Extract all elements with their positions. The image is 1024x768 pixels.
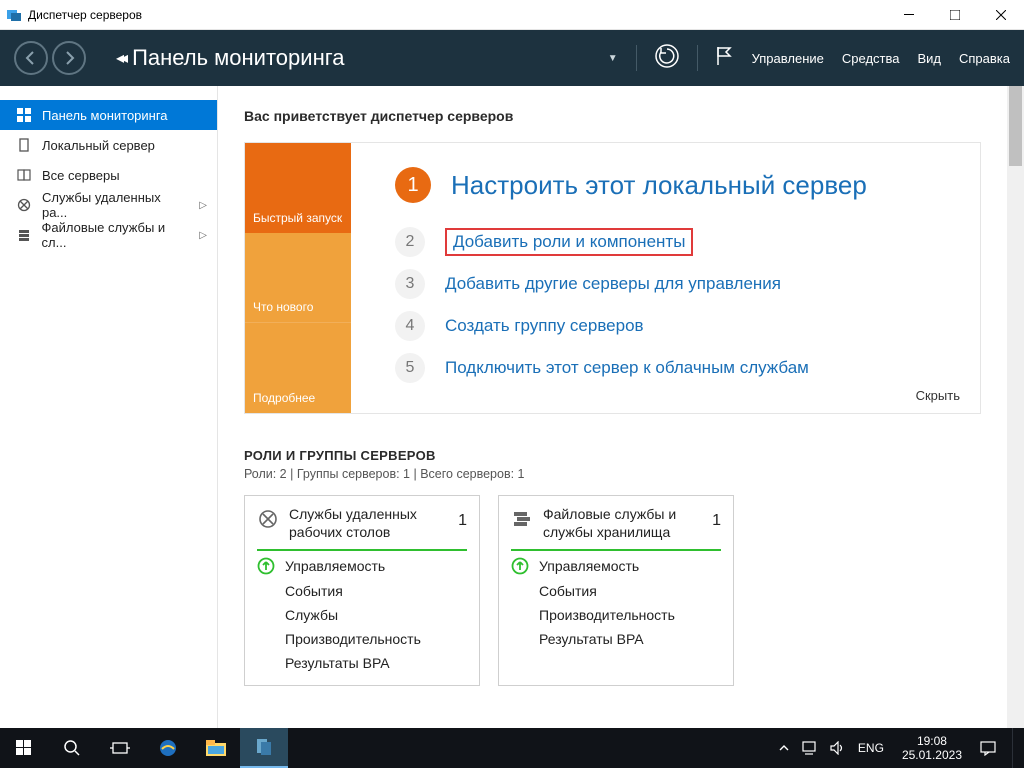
tile-row-label[interactable]: Результаты BPA <box>539 631 644 647</box>
header-divider <box>636 45 637 71</box>
header-dropdown-caret-icon[interactable]: ▼ <box>608 53 618 64</box>
tab-label: Быстрый запуск <box>253 211 342 225</box>
header-bar: ◂◂ Панель мониторинга ▼ Управление Средс… <box>0 30 1024 86</box>
taskbar-taskview-button[interactable] <box>96 728 144 768</box>
taskbar-app-ie[interactable] <box>144 728 192 768</box>
main-content: Вас приветствует диспетчер серверов Быст… <box>218 86 1024 728</box>
tile-row-label[interactable]: Управляемость <box>285 558 385 574</box>
tab-label: Подробнее <box>253 391 315 405</box>
taskbar-app-server-manager[interactable] <box>240 728 288 768</box>
remote-icon <box>16 197 32 213</box>
tile-row-label[interactable]: Управляемость <box>539 558 639 574</box>
highlight-annotation: Добавить роли и компоненты <box>445 228 693 256</box>
sidebar-item-dashboard[interactable]: Панель мониторинга <box>0 100 217 130</box>
files-icon <box>16 227 32 243</box>
menu-view[interactable]: Вид <box>917 51 941 66</box>
header-divider <box>697 45 698 71</box>
window-titlebar: Диспетчер серверов <box>0 0 1024 30</box>
dashboard-icon <box>16 107 32 123</box>
window-close-button[interactable] <box>978 0 1024 30</box>
tray-network-icon[interactable] <box>802 741 818 755</box>
step-add-other-servers[interactable]: Добавить другие серверы для управления <box>445 274 781 294</box>
menu-manage[interactable]: Управление <box>752 51 824 66</box>
tray-volume-icon[interactable] <box>830 741 846 755</box>
step-number: 2 <box>395 227 425 257</box>
welcome-panel: Быстрый запуск Что нового Подробнее 1 На… <box>244 142 981 414</box>
step-number: 5 <box>395 353 425 383</box>
tile-count: 1 <box>712 512 721 530</box>
tray-action-center-icon[interactable] <box>980 740 996 756</box>
tile-row-label[interactable]: Производительность <box>285 631 421 647</box>
tile-title: Файловые службы и службы хранилища <box>543 506 702 541</box>
servers-icon <box>16 167 32 183</box>
status-ok-icon <box>257 557 275 575</box>
step-number: 3 <box>395 269 425 299</box>
server-icon <box>16 137 32 153</box>
menu-tools[interactable]: Средства <box>842 51 900 66</box>
sidebar-item-label: Файловые службы и сл... <box>42 220 190 250</box>
tray-time: 19:08 <box>902 734 962 748</box>
role-tile-file-storage[interactable]: Файловые службы и службы хранилища 1 Упр… <box>498 495 734 686</box>
sidebar-item-remote-desktop-services[interactable]: Службы удаленных ра... ▷ <box>0 190 217 220</box>
window-minimize-button[interactable] <box>886 0 932 30</box>
tile-row-label[interactable]: Результаты BPA <box>285 655 390 671</box>
files-icon <box>511 508 533 530</box>
app-icon <box>6 7 22 23</box>
nav-back-button[interactable] <box>14 41 48 75</box>
taskbar-app-explorer[interactable] <box>192 728 240 768</box>
menu-help[interactable]: Справка <box>959 51 1010 66</box>
sidebar-item-local-server[interactable]: Локальный сервер <box>0 130 217 160</box>
welcome-heading: Вас приветствует диспетчер серверов <box>244 108 981 124</box>
sidebar-item-label: Панель мониторинга <box>42 108 168 123</box>
status-ok-icon <box>511 557 529 575</box>
tab-whats-new[interactable]: Что нового <box>245 233 351 323</box>
step-number: 4 <box>395 311 425 341</box>
tab-label: Что нового <box>253 300 313 314</box>
step-configure-local-server[interactable]: Настроить этот локальный сервер <box>451 170 867 201</box>
tile-row-label[interactable]: Производительность <box>539 607 675 623</box>
sidebar-item-file-storage-services[interactable]: Файловые службы и сл... ▷ <box>0 220 217 250</box>
window-maximize-button[interactable] <box>932 0 978 30</box>
tile-count: 1 <box>458 512 467 530</box>
notifications-flag-icon[interactable] <box>714 45 734 72</box>
page-title: Панель мониторинга <box>132 45 344 71</box>
step-create-server-group[interactable]: Создать группу серверов <box>445 316 644 336</box>
show-desktop-button[interactable] <box>1012 728 1018 768</box>
window-title: Диспетчер серверов <box>28 8 886 22</box>
nav-forward-button[interactable] <box>52 41 86 75</box>
sidebar: Панель мониторинга Локальный сервер Все … <box>0 86 218 728</box>
tray-clock[interactable]: 19:08 25.01.2023 <box>896 734 968 763</box>
taskbar: ENG 19:08 25.01.2023 <box>0 728 1024 768</box>
roles-section-title: РОЛИ И ГРУППЫ СЕРВЕРОВ <box>244 448 981 463</box>
tile-row-label[interactable]: События <box>285 583 343 599</box>
step-number: 1 <box>395 167 431 203</box>
vertical-scrollbar[interactable] <box>1007 86 1024 728</box>
role-tile-remote-desktop[interactable]: Службы удаленных рабочих столов 1 Управл… <box>244 495 480 686</box>
tab-quick-start[interactable]: Быстрый запуск <box>245 143 351 233</box>
tray-language[interactable]: ENG <box>858 741 884 755</box>
step-add-roles-features[interactable]: Добавить роли и компоненты <box>453 232 685 251</box>
tray-date: 25.01.2023 <box>902 748 962 762</box>
step-connect-cloud[interactable]: Подключить этот сервер к облачным служба… <box>445 358 809 378</box>
sidebar-item-label: Локальный сервер <box>42 138 155 153</box>
sidebar-item-label: Службы удаленных ра... <box>42 190 189 220</box>
roles-section-subtitle: Роли: 2 | Группы серверов: 1 | Всего сер… <box>244 467 981 481</box>
sidebar-item-label: Все серверы <box>42 168 120 183</box>
sidebar-item-all-servers[interactable]: Все серверы <box>0 160 217 190</box>
taskbar-search-button[interactable] <box>48 728 96 768</box>
chevron-right-icon: ▷ <box>199 200 207 211</box>
tray-chevron-up-icon[interactable] <box>778 742 790 754</box>
refresh-icon[interactable] <box>653 42 681 75</box>
hide-link[interactable]: Скрыть <box>916 388 960 403</box>
tile-row-label[interactable]: События <box>539 583 597 599</box>
chevron-right-icon: ▷ <box>199 230 207 241</box>
tile-title: Службы удаленных рабочих столов <box>289 506 448 541</box>
breadcrumb-chevron-icon: ◂◂ <box>116 48 124 68</box>
remote-icon <box>257 508 279 530</box>
start-button[interactable] <box>0 728 48 768</box>
tab-learn-more[interactable]: Подробнее <box>245 322 351 413</box>
tile-row-label[interactable]: Службы <box>285 607 338 623</box>
